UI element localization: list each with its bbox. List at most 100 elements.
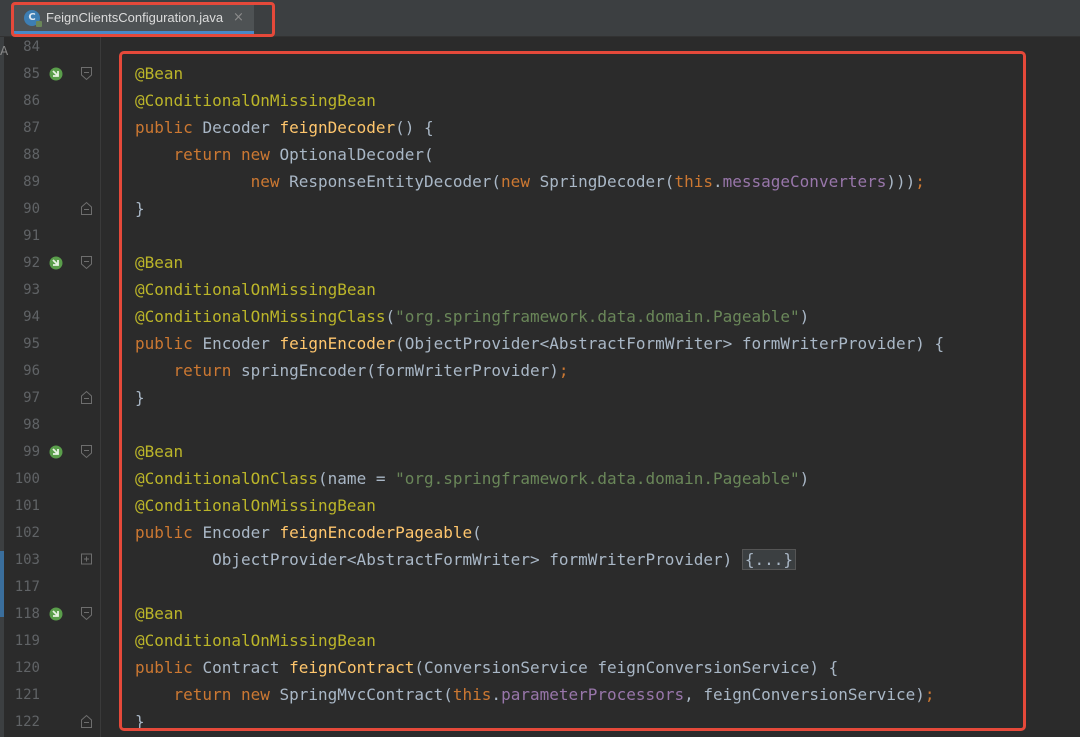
line-number[interactable]: 101 — [4, 498, 40, 514]
code-text[interactable]: @ConditionalOnMissingBean — [135, 280, 376, 299]
code-editor[interactable]: 84 85 @Bean 86 @ConditionalOnMissingBean 87 pu… — [4, 37, 1080, 737]
code-text[interactable]: public Contract feignContract(Conversion… — [135, 658, 838, 677]
code-token: "org.springframework.data.domain.Pageabl… — [395, 307, 800, 326]
code-text[interactable]: @Bean — [135, 604, 183, 623]
line-number[interactable]: 98 — [4, 417, 40, 433]
fold-open-icon[interactable] — [80, 444, 93, 459]
code-token: . — [712, 172, 723, 191]
line-number[interactable]: 93 — [4, 282, 40, 298]
code-token: @ConditionalOnMissingBean — [135, 631, 376, 650]
spring-bean-icon[interactable] — [48, 255, 63, 270]
line-number[interactable]: 90 — [4, 201, 40, 217]
code-token: ) — [799, 307, 810, 326]
line-number[interactable]: 91 — [4, 228, 40, 244]
code-line: 118 @Bean — [4, 600, 1080, 627]
line-number[interactable]: 100 — [4, 471, 40, 487]
code-token: @Bean — [135, 442, 184, 461]
code-text[interactable]: public Encoder feignEncoderPageable( — [135, 523, 482, 542]
code-line: 102 public Encoder feignEncoderPageable( — [4, 519, 1080, 546]
code-token: } — [135, 712, 145, 731]
line-number[interactable]: 117 — [4, 579, 40, 595]
code-text[interactable]: @ConditionalOnMissingBean — [135, 631, 376, 650]
line-number[interactable]: 97 — [4, 390, 40, 406]
code-token: @ConditionalOnMissingClass — [135, 307, 386, 326]
code-token: . — [491, 685, 502, 704]
code-token: public — [135, 523, 203, 542]
code-token: @Bean — [135, 604, 184, 623]
code-text[interactable]: public Decoder feignDecoder() { — [135, 118, 434, 137]
code-text[interactable]: return new OptionalDecoder( — [135, 145, 434, 164]
line-number[interactable]: 118 — [4, 606, 40, 622]
code-token: parameterProcessors — [501, 685, 685, 704]
code-token: new — [501, 172, 540, 191]
code-line: 119 @ConditionalOnMissingBean — [4, 627, 1080, 654]
code-text[interactable]: @Bean — [135, 253, 183, 272]
line-number[interactable]: 94 — [4, 309, 40, 325]
code-token: springEncoder(formWriterProvider) — [240, 361, 559, 380]
code-line: 90} — [4, 195, 1080, 222]
line-number[interactable]: 86 — [4, 93, 40, 109]
code-line: 95 public Encoder feignEncoder(ObjectProv… — [4, 330, 1080, 357]
code-text[interactable]: } — [135, 712, 145, 731]
code-line: 99 @Bean — [4, 438, 1080, 465]
code-text[interactable]: ObjectProvider<AbstractFormWriter> formW… — [135, 549, 797, 570]
code-token: @Bean — [135, 64, 184, 83]
line-number[interactable]: 103 — [4, 552, 40, 568]
line-number[interactable]: 88 — [4, 147, 40, 163]
spring-bean-icon[interactable] — [48, 606, 63, 621]
code-line: 86 @ConditionalOnMissingBean — [4, 87, 1080, 114]
code-text[interactable]: @ConditionalOnMissingClass("org.springfr… — [135, 307, 809, 326]
code-token: ObjectProvider<AbstractFormWriter> formW… — [135, 550, 742, 569]
code-text[interactable]: @Bean — [135, 64, 183, 83]
code-token: , feignConversionService) — [684, 685, 925, 704]
line-number[interactable]: 84 — [4, 39, 40, 55]
code-token: public — [135, 334, 203, 353]
spring-bean-icon[interactable] — [48, 444, 63, 459]
code-line: 120 public Contract feignContract(Convers… — [4, 654, 1080, 681]
code-line: 89 new ResponseEntityDecoder(new SpringD… — [4, 168, 1080, 195]
fold-open-icon[interactable] — [80, 255, 93, 270]
line-number[interactable]: 92 — [4, 255, 40, 271]
fold-close-icon[interactable] — [80, 390, 93, 405]
code-text[interactable]: } — [135, 199, 145, 218]
line-number[interactable]: 121 — [4, 687, 40, 703]
folded-code-placeholder[interactable]: {...} — [741, 549, 797, 570]
line-number[interactable]: 119 — [4, 633, 40, 649]
spring-bean-icon[interactable] — [48, 66, 63, 81]
code-token: () { — [395, 118, 434, 137]
editor-tab-bar: C FeignClientsConfiguration.java × — [0, 0, 1080, 37]
fold-expand-icon[interactable] — [80, 552, 93, 567]
code-token: public — [135, 118, 203, 137]
code-token: Contract — [202, 658, 290, 677]
fold-open-icon[interactable] — [80, 66, 93, 81]
code-text[interactable]: @ConditionalOnMissingBean — [135, 91, 376, 110]
line-number[interactable]: 102 — [4, 525, 40, 541]
code-text[interactable]: @ConditionalOnMissingBean — [135, 496, 376, 515]
line-number[interactable]: 96 — [4, 363, 40, 379]
code-token: return new — [173, 145, 280, 164]
code-text[interactable]: return springEncoder(formWriterProvider)… — [135, 361, 569, 380]
fold-close-icon[interactable] — [80, 714, 93, 729]
fold-open-icon[interactable] — [80, 606, 93, 621]
line-number[interactable]: 122 — [4, 714, 40, 730]
code-text[interactable]: } — [135, 388, 145, 407]
line-number[interactable]: 99 — [4, 444, 40, 460]
line-number[interactable]: 120 — [4, 660, 40, 676]
code-text[interactable]: return new SpringMvcContract(this.parame… — [135, 685, 935, 704]
code-text[interactable]: @ConditionalOnClass(name = "org.springfr… — [135, 469, 809, 488]
line-number[interactable]: 89 — [4, 174, 40, 190]
code-text[interactable]: @Bean — [135, 442, 183, 461]
code-line: 100 @ConditionalOnClass(name = "org.sprin… — [4, 465, 1080, 492]
code-token: return — [173, 361, 241, 380]
line-number[interactable]: 95 — [4, 336, 40, 352]
code-text[interactable]: new ResponseEntityDecoder(new SpringDeco… — [135, 172, 925, 191]
code-token: feignEncoderPageable — [279, 523, 473, 542]
code-text[interactable]: public Encoder feignEncoder(ObjectProvid… — [135, 334, 944, 353]
line-number[interactable]: 85 — [4, 66, 40, 82]
code-token: ; — [915, 172, 925, 191]
code-token: SpringDecoder( — [539, 172, 675, 191]
line-number[interactable]: 87 — [4, 120, 40, 136]
fold-close-icon[interactable] — [80, 201, 93, 216]
